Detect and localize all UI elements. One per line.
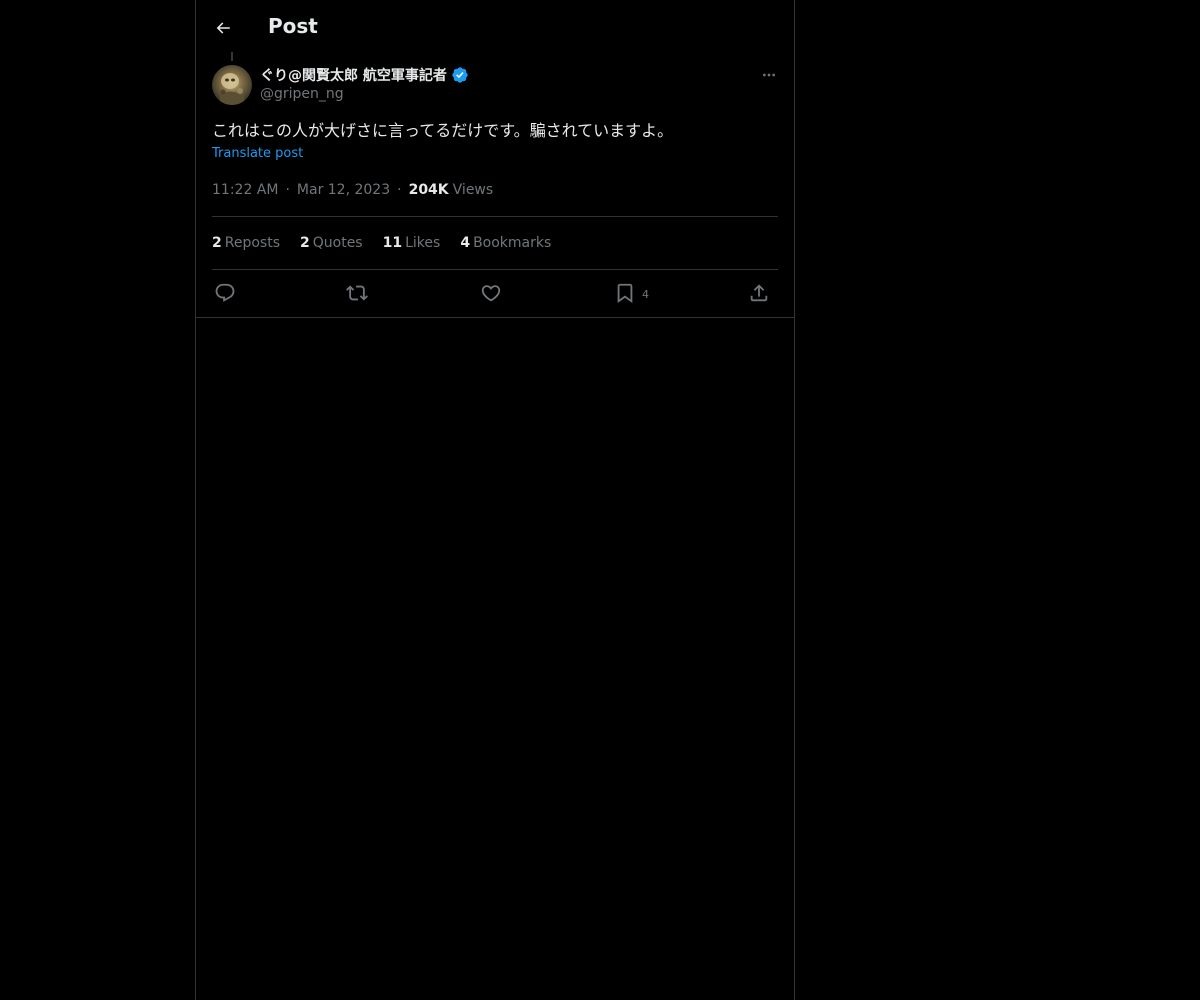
- repost-button[interactable]: [346, 278, 368, 308]
- meta-separator: ·: [397, 182, 402, 198]
- post-text: これはこの人が大げさに言ってるだけです。騙されていますよ。: [212, 121, 674, 140]
- arrow-left-icon: [216, 22, 230, 34]
- bookmark-button[interactable]: 4: [614, 278, 649, 308]
- author-name-row: ぐり@関賢太郎 航空軍事記者: [260, 64, 469, 86]
- stat-likes[interactable]: 11 Likes: [383, 235, 441, 251]
- post-meta: 11:22 AM · Mar 12, 2023 · 204K Views: [212, 180, 493, 200]
- share-button[interactable]: [748, 278, 770, 308]
- more-horizontal-icon: [763, 73, 775, 77]
- verified-badge-icon: [452, 67, 468, 83]
- avatar[interactable]: [212, 65, 252, 105]
- stat-count: 2: [300, 235, 310, 251]
- bookmark-icon: [617, 283, 633, 304]
- stat-label: Quotes: [312, 235, 363, 251]
- post-time[interactable]: 11:22 AM: [212, 182, 278, 198]
- thread-connector-line: [231, 52, 233, 61]
- header: Post: [196, 0, 794, 53]
- divider: [196, 317, 794, 318]
- stat-count: 2: [212, 235, 222, 251]
- main-column: Post ぐり@関賢太郎 航空軍事記者 @gripen_ng これはこの人が大げ…: [195, 0, 795, 1000]
- stat-count: 4: [460, 235, 471, 251]
- share-icon: [750, 284, 768, 302]
- stat-label: Reposts: [224, 235, 280, 251]
- page-title: Post: [268, 14, 318, 38]
- back-button[interactable]: [206, 11, 240, 45]
- stat-label: Bookmarks: [473, 235, 552, 251]
- reply-icon: [215, 283, 235, 302]
- like-button[interactable]: [480, 278, 502, 308]
- stat-count: 11: [382, 235, 403, 251]
- repost-icon: [346, 285, 368, 301]
- divider: [212, 269, 778, 270]
- views-count: 204K: [408, 182, 449, 198]
- stat-reposts[interactable]: 2 Reposts: [212, 235, 280, 251]
- like-icon: [481, 285, 501, 302]
- views-label: Views: [452, 182, 494, 198]
- stat-label: Likes: [405, 235, 441, 251]
- action-bar: 4: [212, 278, 778, 308]
- stat-bookmarks[interactable]: 4 Bookmarks: [460, 235, 551, 251]
- engagement-stats: 2 Reposts 2 Quotes 11 Likes 4 Bookmarks: [212, 233, 571, 253]
- author-handle[interactable]: @gripen_ng: [260, 86, 344, 102]
- translate-post-link[interactable]: Translate post: [212, 146, 303, 161]
- author-display-name[interactable]: ぐり@関賢太郎 航空軍事記者: [260, 65, 447, 85]
- bookmark-count: 4: [642, 288, 649, 301]
- post-date[interactable]: Mar 12, 2023: [297, 182, 390, 198]
- avatar-image: [212, 65, 252, 105]
- divider: [212, 216, 778, 217]
- reply-button[interactable]: [214, 278, 236, 308]
- more-options-button[interactable]: [754, 64, 784, 86]
- meta-separator: ·: [285, 182, 290, 198]
- stat-quotes[interactable]: 2 Quotes: [300, 235, 363, 251]
